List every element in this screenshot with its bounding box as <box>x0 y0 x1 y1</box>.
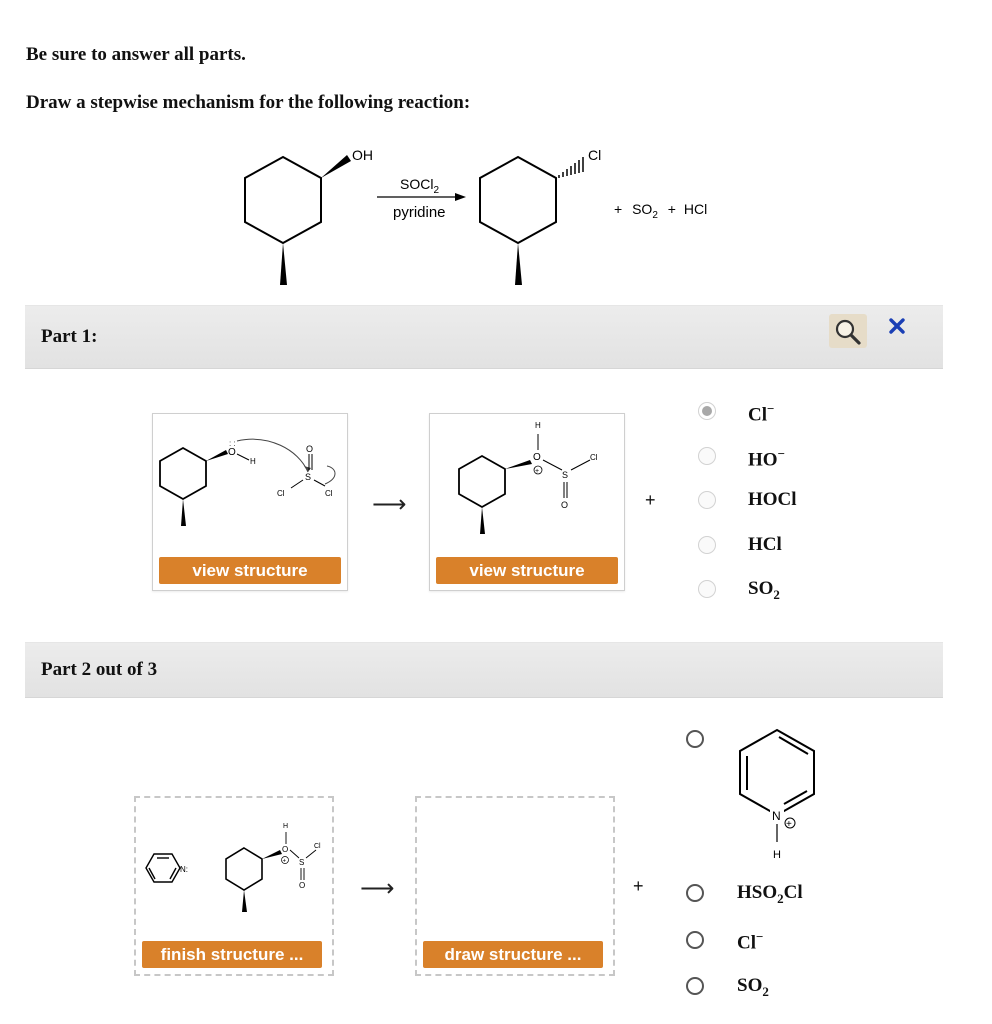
part2-structure-card-2: draw structure ... <box>415 796 615 976</box>
close-button[interactable] <box>885 314 911 340</box>
part2-option-so2: SO2 <box>737 975 769 999</box>
part1-radio-cl-minus[interactable] <box>698 402 716 420</box>
svg-text:+: + <box>786 819 792 830</box>
part2-arrow: ⟶ <box>360 874 395 902</box>
svg-text:O: O <box>306 444 313 454</box>
svg-text:O: O <box>299 881 305 890</box>
structure-3-drawing: N: O H + S Cl O <box>145 823 321 912</box>
part2-plus: + <box>633 876 644 896</box>
product-cl-label: Cl <box>588 147 601 163</box>
part1-structure-card-1: O : : H S O Cl Cl view structure <box>152 413 348 591</box>
part1-option-hocl: HOCl <box>748 489 797 510</box>
view-structure-button-1[interactable]: view structure <box>159 557 341 584</box>
svg-text:O: O <box>282 845 288 854</box>
zoom-button[interactable] <box>829 314 867 348</box>
part1-option-hydroxide: HO− <box>748 446 785 471</box>
part1-option-cl-minus: Cl− <box>748 401 775 426</box>
reagent-socl2: SOCl2 <box>400 176 439 196</box>
part2-structure-card-1: N: O H + S Cl O finish structure ... <box>134 796 334 976</box>
byproducts: + SO2 + HCl <box>614 201 707 221</box>
svg-text:H: H <box>773 849 781 861</box>
part2-radio-hso2cl[interactable] <box>686 884 704 902</box>
svg-text:O: O <box>533 452 541 463</box>
svg-text:Cl: Cl <box>590 453 598 462</box>
svg-text:Cl: Cl <box>325 489 333 498</box>
part1-label: Part 1: <box>41 326 98 347</box>
svg-text:O: O <box>228 447 236 458</box>
svg-text:N:: N: <box>180 865 188 874</box>
reactant-wedge-methyl <box>280 243 287 285</box>
svg-text:+: + <box>283 859 287 865</box>
part1-structure-card-2: O H + S Cl O view structure <box>429 413 625 591</box>
part1-plus: + <box>645 490 656 510</box>
reactant-oh-label: OH <box>352 147 373 163</box>
svg-text:Cl: Cl <box>314 843 321 850</box>
part2-option-cl-minus: Cl− <box>737 929 764 954</box>
svg-text:+: + <box>535 468 539 475</box>
draw-structure-button[interactable]: draw structure ... <box>423 941 603 968</box>
svg-text:S: S <box>562 470 568 480</box>
reactant-wedge-oh <box>321 155 351 178</box>
close-x-icon <box>889 318 905 334</box>
part1-option-so2: SO2 <box>748 578 780 602</box>
svg-text:H: H <box>250 457 256 466</box>
reagent-pyridine: pyridine <box>393 204 446 221</box>
product-hash-bond <box>558 157 584 178</box>
part2-radio-so2[interactable] <box>686 977 704 995</box>
part2-option-hso2cl: HSO2Cl <box>737 882 803 906</box>
view-structure-button-2[interactable]: view structure <box>436 557 618 584</box>
part1-radio-hcl[interactable] <box>698 536 716 554</box>
part1-radio-hydroxide[interactable] <box>698 447 716 465</box>
svg-text:S: S <box>299 858 304 867</box>
part1-radio-hocl[interactable] <box>698 491 716 509</box>
part2-label: Part 2 out of 3 <box>41 659 158 680</box>
instruction-line-1: Be sure to answer all parts. <box>26 44 246 65</box>
svg-text:: :: : : <box>229 439 236 448</box>
product-structure <box>479 155 557 245</box>
structure-2-drawing: O H + S Cl O <box>458 421 598 534</box>
part2-radio-cl-minus[interactable] <box>686 931 704 949</box>
svg-text:S: S <box>305 472 311 482</box>
part1-option-hcl: HCl <box>748 534 782 555</box>
product-wedge-methyl <box>515 243 522 285</box>
structure-1-drawing: O : : H S O Cl Cl <box>159 438 336 526</box>
instruction-line-2: Draw a stepwise mechanism for the follow… <box>26 92 471 113</box>
part1-header: Part 1: <box>25 305 943 369</box>
reactant-structure <box>244 155 322 245</box>
pyridinium-structure: N + H <box>739 728 815 861</box>
svg-text:H: H <box>283 823 288 830</box>
svg-text:N: N <box>772 809 781 823</box>
part1-arrow: ⟶ <box>372 490 407 518</box>
part2-radio-pyridinium[interactable] <box>686 730 704 748</box>
magnifier-icon <box>835 319 861 345</box>
finish-structure-button[interactable]: finish structure ... <box>142 941 322 968</box>
part2-header: Part 2 out of 3 <box>25 642 943 698</box>
svg-text:Cl: Cl <box>277 489 285 498</box>
part1-radio-so2[interactable] <box>698 580 716 598</box>
svg-text:O: O <box>561 500 568 510</box>
reaction-scheme: OH SOCl2 pyridine Cl + SO2 + HCl <box>244 147 707 285</box>
svg-text:H: H <box>535 421 541 430</box>
